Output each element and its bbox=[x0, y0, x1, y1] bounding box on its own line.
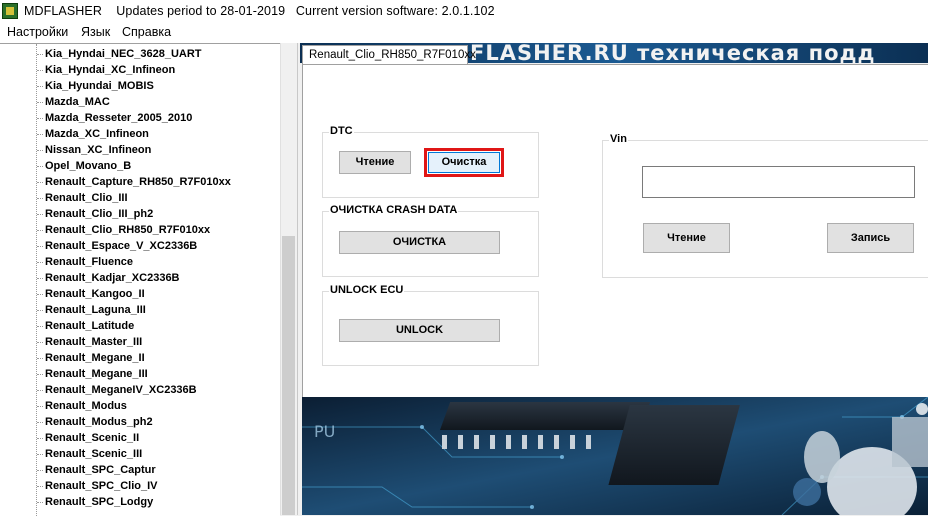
tree-connector-tick bbox=[37, 358, 43, 359]
crash-data-group: ОЧИСТКА CRASH DATA ОЧИСТКА bbox=[322, 204, 539, 277]
tree-connector-tick bbox=[37, 230, 43, 231]
dtc-read-label: Чтение bbox=[355, 156, 395, 168]
tree-connector-tick bbox=[37, 198, 43, 199]
unlock-label: UNLOCK bbox=[395, 324, 444, 336]
tree-item[interactable]: Renault_Megane_II bbox=[45, 350, 145, 366]
tree-item[interactable]: Renault_SPC_Lodgy bbox=[45, 494, 153, 510]
circuit-board-graphic: PU bbox=[302, 397, 928, 515]
circuit-board-image: PU bbox=[302, 397, 928, 515]
tree-item[interactable]: Kia_Hyndai_XC_Infineon bbox=[45, 62, 175, 78]
tree-item[interactable]: Mazda_XC_Infineon bbox=[45, 126, 149, 142]
tree-connector-tick bbox=[37, 310, 43, 311]
dtc-clear-label: Очистка bbox=[441, 156, 487, 168]
tree-item[interactable]: Renault_Espace_V_XC2336B bbox=[45, 238, 197, 254]
tree-connector-tick bbox=[37, 422, 43, 423]
tree-item[interactable]: Renault_SPC_Captur bbox=[45, 462, 156, 478]
tree-connector-tick bbox=[37, 150, 43, 151]
menu-help[interactable]: Справка bbox=[122, 25, 171, 39]
tree-item[interactable]: Nissan_XC_Infineon bbox=[45, 142, 151, 158]
tree-connector-tick bbox=[37, 470, 43, 471]
app-name: MDFLASHER bbox=[24, 4, 102, 18]
tree-item[interactable]: Renault_Fluence bbox=[45, 254, 133, 270]
tree-connector-tick bbox=[37, 278, 43, 279]
tree-item[interactable]: Kia_Hyndai_NEC_3628_UART bbox=[45, 46, 202, 62]
vin-read-label: Чтение bbox=[667, 232, 706, 244]
tree-connector-tick bbox=[37, 182, 43, 183]
window-title: MDFLASHER Updates period to 28-01-2019 C… bbox=[24, 4, 495, 18]
tree-connector-tick bbox=[37, 118, 43, 119]
dtc-read-button[interactable]: Чтение bbox=[339, 151, 411, 174]
tree-connector-tick bbox=[37, 454, 43, 455]
tree-connector-tick bbox=[37, 390, 43, 391]
vin-write-label: Запись bbox=[850, 232, 891, 244]
tree-connector-tick bbox=[37, 54, 43, 55]
tree-item[interactable]: Mazda_Resseter_2005_2010 bbox=[45, 110, 192, 126]
crash-data-title: ОЧИСТКА CRASH DATA bbox=[329, 204, 459, 216]
dtc-group: DTC Чтение Очистка bbox=[322, 125, 539, 198]
tree-item[interactable]: Kia_Hyundai_MOBIS bbox=[45, 78, 154, 94]
tree-connector-tick bbox=[37, 134, 43, 135]
tree-connector-tick bbox=[37, 486, 43, 487]
vin-input[interactable] bbox=[642, 166, 915, 198]
tree-connector-tick bbox=[37, 262, 43, 263]
ecu-panel: DTC Чтение Очистка ОЧИСТКА CRASH DATA ОЧ… bbox=[302, 64, 928, 397]
tree-item[interactable]: Opel_Movano_B bbox=[45, 158, 131, 174]
tree-connector-tick bbox=[37, 342, 43, 343]
tree-connector-tick bbox=[37, 246, 43, 247]
tree-item[interactable]: Renault_Megane_III bbox=[45, 366, 148, 382]
dtc-group-title: DTC bbox=[329, 125, 354, 137]
tree-item[interactable]: Renault_Clio_RH850_R7F010xx bbox=[45, 222, 210, 238]
tree-scrollbar-thumb[interactable] bbox=[282, 236, 295, 515]
tree-connector-tick bbox=[37, 166, 43, 167]
tree-connector-tick bbox=[37, 214, 43, 215]
updates-info: Updates period to 28-01-2019 bbox=[116, 4, 286, 18]
vin-group-title: Vin bbox=[609, 133, 628, 145]
version-info: Current version software: 2.0.1.102 bbox=[295, 4, 495, 18]
tree-item[interactable]: Renault_Clio_III bbox=[45, 190, 128, 206]
tree-item[interactable]: Renault_Kangoo_II bbox=[45, 286, 145, 302]
menu-settings[interactable]: Настройки bbox=[7, 25, 68, 39]
tree-connector-tick bbox=[37, 86, 43, 87]
tree-connector-tick bbox=[37, 102, 43, 103]
tree-item[interactable]: Renault_Master_III bbox=[45, 334, 142, 350]
tree-item[interactable]: Mazda_MAC bbox=[45, 94, 110, 110]
vin-write-button[interactable]: Запись bbox=[827, 223, 914, 253]
chip-text: PU bbox=[314, 422, 335, 441]
vin-read-button[interactable]: Чтение bbox=[643, 223, 730, 253]
tree-item[interactable]: Renault_MeganeIV_XC2336B bbox=[45, 382, 197, 398]
tree-connector-tick bbox=[37, 326, 43, 327]
crash-clear-button[interactable]: ОЧИСТКА bbox=[339, 231, 500, 254]
tree-item[interactable]: Renault_Scenic_II bbox=[45, 430, 139, 446]
tab-renault-clio-rh850[interactable]: Renault_Clio_RH850_R7F010xx bbox=[302, 45, 476, 65]
unlock-button[interactable]: UNLOCK bbox=[339, 319, 500, 342]
tree-item[interactable]: Renault_SPC_Clio_IV bbox=[45, 478, 157, 494]
banner-text: FLASHER.RU техническая подд bbox=[470, 43, 876, 63]
ecu-tree[interactable]: Kia_Hyndai_NEC_3628_UART Kia_Hyndai_XC_In… bbox=[0, 43, 280, 516]
tree-item[interactable]: Renault_Scenic_III bbox=[45, 446, 142, 462]
crash-clear-label: ОЧИСТКА bbox=[392, 236, 447, 248]
splitter[interactable] bbox=[297, 43, 301, 515]
menu-bar: Настройки Язык Справка bbox=[0, 24, 928, 43]
unlock-ecu-group: UNLOCK ECU UNLOCK bbox=[322, 284, 539, 366]
tree-connector-line bbox=[36, 44, 37, 516]
tree-item[interactable]: Renault_Capture_RH850_R7F010xx bbox=[45, 174, 231, 190]
app-icon bbox=[2, 3, 18, 19]
tree-item[interactable]: Renault_Clio_III_ph2 bbox=[45, 206, 153, 222]
tree-item[interactable]: Renault_Kadjar_XC2336B bbox=[45, 270, 180, 286]
menu-language[interactable]: Язык bbox=[81, 25, 110, 39]
tree-item[interactable]: Renault_Modus_ph2 bbox=[45, 414, 153, 430]
unlock-ecu-title: UNLOCK ECU bbox=[329, 284, 405, 296]
tree-connector-tick bbox=[37, 438, 43, 439]
vin-group: Vin Чтение Запись bbox=[602, 133, 928, 278]
dtc-clear-button[interactable]: Очистка bbox=[428, 152, 500, 173]
tree-connector-tick bbox=[37, 406, 43, 407]
tree-connector-tick bbox=[37, 70, 43, 71]
tree-connector-tick bbox=[37, 374, 43, 375]
title-bar: MDFLASHER Updates period to 28-01-2019 C… bbox=[0, 0, 928, 24]
tree-connector-tick bbox=[37, 502, 43, 503]
tree-connector-tick bbox=[37, 294, 43, 295]
tree-item[interactable]: Renault_Laguna_III bbox=[45, 302, 146, 318]
tree-item[interactable]: Renault_Latitude bbox=[45, 318, 134, 334]
tree-item[interactable]: Renault_Modus bbox=[45, 398, 127, 414]
